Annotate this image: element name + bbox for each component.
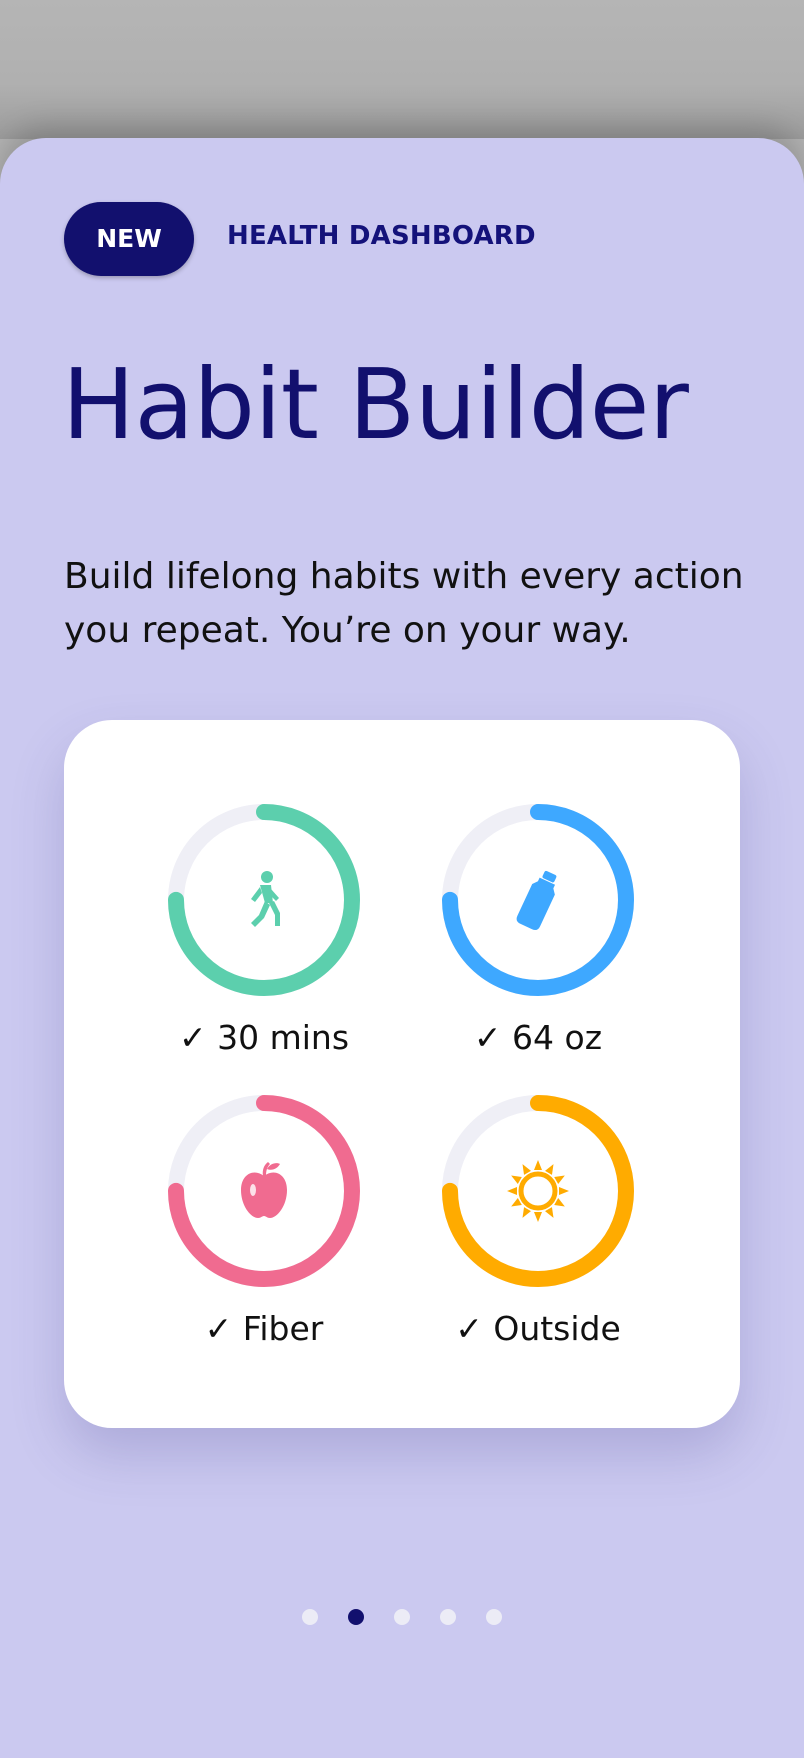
section-eyebrow: HEALTH DASHBOARD bbox=[227, 221, 536, 251]
new-badge: NEW bbox=[64, 202, 194, 276]
habit-label: ✓ Outside bbox=[455, 1309, 621, 1348]
page-subtitle: Build lifelong habits with every action … bbox=[64, 556, 744, 651]
page-dot-1[interactable] bbox=[302, 1609, 318, 1625]
page-indicator bbox=[0, 1609, 804, 1629]
sun-icon bbox=[507, 1160, 569, 1222]
habits-card: ✓ 30 mins ✓ 64 oz ✓ Fiber ✓ Outside bbox=[64, 720, 740, 1428]
walking-person-icon bbox=[251, 871, 280, 927]
habit-tile-water[interactable]: ✓ 64 oz bbox=[388, 800, 688, 1057]
status-area-backdrop bbox=[0, 0, 804, 139]
habit-tile-outside[interactable]: ✓ Outside bbox=[388, 1091, 688, 1348]
water-bottle-icon bbox=[516, 870, 557, 931]
page-dot-2[interactable] bbox=[348, 1609, 364, 1625]
page-title: Habit Builder bbox=[62, 348, 689, 461]
habit-tile-fiber[interactable]: ✓ Fiber bbox=[114, 1091, 414, 1348]
apple-icon bbox=[241, 1162, 287, 1218]
habit-label: ✓ 64 oz bbox=[473, 1018, 603, 1057]
habit-label: ✓ 30 mins bbox=[178, 1018, 350, 1057]
onboarding-sheet: NEW HEALTH DASHBOARD Habit Builder Build… bbox=[0, 138, 804, 1758]
habit-tile-exercise[interactable]: ✓ 30 mins bbox=[114, 800, 414, 1057]
page-dot-3[interactable] bbox=[394, 1609, 410, 1625]
habit-label: ✓ Fiber bbox=[204, 1309, 324, 1348]
page-dot-4[interactable] bbox=[440, 1609, 456, 1625]
page-dot-5[interactable] bbox=[486, 1609, 502, 1625]
